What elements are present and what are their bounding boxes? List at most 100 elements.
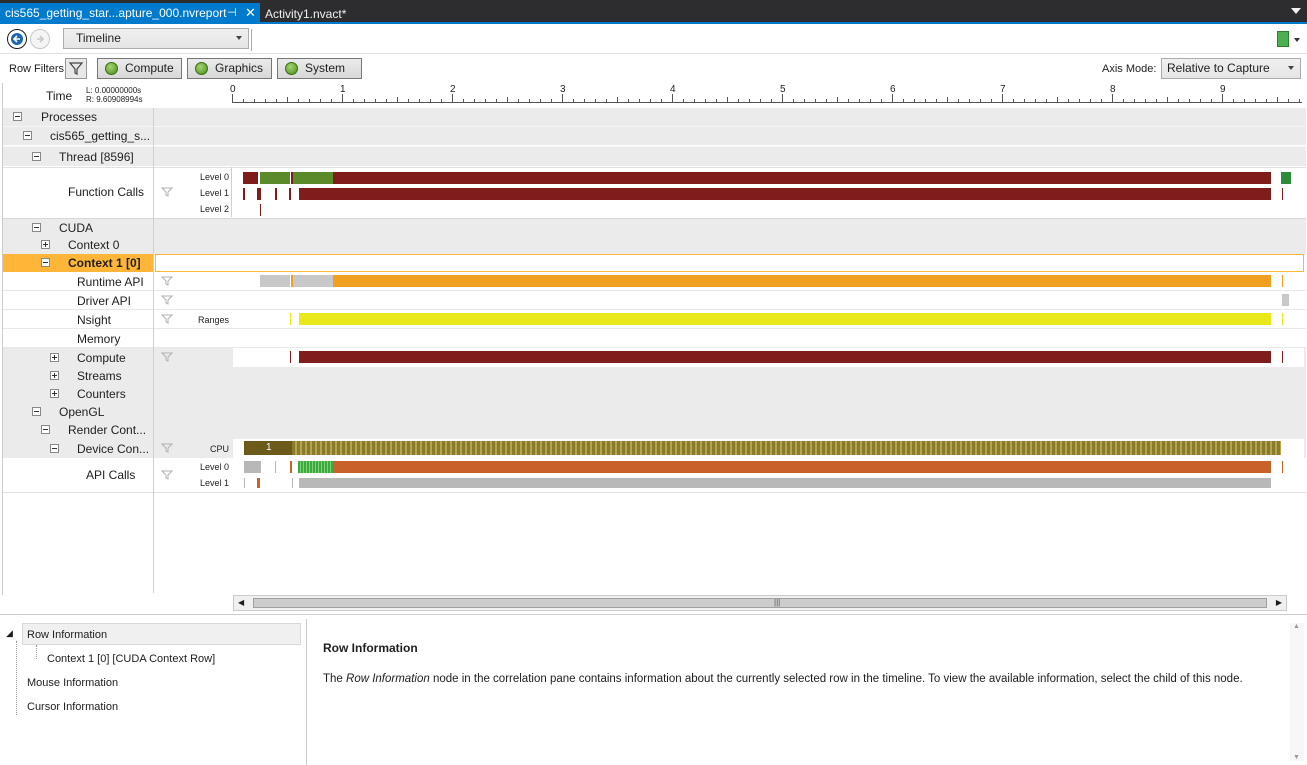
collapse-icon[interactable] xyxy=(41,425,50,434)
tree-item-context-row[interactable]: Context 1 [0] [CUDA Context Row] xyxy=(47,653,215,665)
label-column-divider[interactable] xyxy=(153,493,154,593)
collapse-icon[interactable] xyxy=(13,112,22,121)
tab-overflow-icon[interactable] xyxy=(1291,8,1301,14)
row-processes[interactable]: Processes xyxy=(3,108,1306,126)
function-call-bar[interactable] xyxy=(293,172,333,184)
range-bar[interactable] xyxy=(299,313,1271,325)
api-bar[interactable] xyxy=(333,275,1271,287)
cpu-frame-bar[interactable] xyxy=(292,441,1281,455)
scroll-left-icon[interactable]: ◀ xyxy=(238,598,244,607)
api-call-bar[interactable] xyxy=(244,461,261,473)
api-call-bar[interactable] xyxy=(333,461,1271,473)
api-call-bar[interactable] xyxy=(298,461,333,473)
function-call-bar[interactable] xyxy=(260,204,261,216)
chevron-down-icon[interactable] xyxy=(1294,38,1300,42)
api-call-bar[interactable] xyxy=(299,478,1271,488)
funnel-icon[interactable] xyxy=(161,352,173,362)
api-call-bar[interactable] xyxy=(244,478,245,488)
info-vertical-scrollbar[interactable]: ▲ ▼ xyxy=(1290,623,1304,761)
api-call-bar[interactable] xyxy=(1282,461,1283,473)
api-bar[interactable] xyxy=(260,275,290,287)
row-driver-api[interactable]: Driver API xyxy=(3,291,1306,310)
scroll-down-icon[interactable]: ▼ xyxy=(1293,754,1300,761)
collapse-icon[interactable] xyxy=(32,152,41,161)
expand-icon[interactable] xyxy=(50,389,59,398)
compute-filter-button[interactable]: Compute xyxy=(97,58,182,79)
scrollbar-thumb[interactable]: ||| xyxy=(253,598,1267,608)
forward-button[interactable] xyxy=(30,29,50,49)
api-bar[interactable] xyxy=(293,275,333,287)
collapse-icon[interactable] xyxy=(50,444,59,453)
row-process[interactable]: cis565_getting_s... xyxy=(3,126,1306,145)
function-call-bar[interactable] xyxy=(333,172,1271,184)
scroll-up-icon[interactable]: ▲ xyxy=(1293,623,1300,630)
row-counters[interactable]: Counters xyxy=(3,385,1306,403)
export-icon[interactable] xyxy=(1277,31,1289,47)
range-bar[interactable] xyxy=(290,313,291,325)
tab-activity[interactable]: Activity1.nvact* xyxy=(260,4,360,24)
row-streams[interactable]: Streams xyxy=(3,367,1306,385)
funnel-icon[interactable] xyxy=(161,470,173,480)
row-opengl[interactable]: OpenGL xyxy=(3,403,1306,421)
row-cuda[interactable]: CUDA xyxy=(3,218,1306,236)
row-device-context[interactable]: Device Con... CPU 1 xyxy=(3,439,1306,458)
axis-mode-select[interactable]: Relative to Capture xyxy=(1161,58,1301,79)
api-call-bar[interactable] xyxy=(290,461,292,473)
graphics-filter-button[interactable]: Graphics xyxy=(187,58,272,79)
kernel-bar[interactable] xyxy=(290,351,291,363)
row-memory[interactable]: Memory xyxy=(3,329,1306,348)
range-bar[interactable] xyxy=(1282,313,1283,325)
collapse-icon[interactable] xyxy=(32,223,41,232)
function-call-bar[interactable] xyxy=(1281,172,1291,184)
collapse-icon[interactable] xyxy=(41,258,50,267)
row-render-context[interactable]: Render Cont... xyxy=(3,421,1306,439)
row-compute[interactable]: Compute xyxy=(3,348,1306,367)
collapse-icon[interactable] xyxy=(32,407,41,416)
view-selector[interactable]: Timeline xyxy=(63,28,249,49)
expand-icon[interactable] xyxy=(50,353,59,362)
label-column-divider[interactable] xyxy=(153,108,154,493)
timeline-horizontal-scrollbar[interactable]: ◀ ||| ▶ xyxy=(233,595,1287,611)
row-thread[interactable]: Thread [8596] xyxy=(3,146,1306,166)
expand-icon[interactable] xyxy=(50,371,59,380)
funnel-icon[interactable] xyxy=(161,187,173,197)
function-call-bar[interactable] xyxy=(257,188,261,200)
api-bar[interactable] xyxy=(1282,275,1283,287)
tree-item-cursor-information[interactable]: Cursor Information xyxy=(27,701,118,713)
row-api-calls[interactable]: API Calls Level 0 Level 1 xyxy=(3,458,1306,493)
expand-icon[interactable] xyxy=(41,240,50,249)
funnel-icon[interactable] xyxy=(161,295,173,305)
api-call-bar[interactable] xyxy=(257,478,260,488)
scroll-right-icon[interactable]: ▶ xyxy=(1276,598,1282,607)
api-call-bar[interactable] xyxy=(292,478,293,488)
expanded-triangle-icon[interactable]: ◢ xyxy=(6,628,13,639)
funnel-icon[interactable] xyxy=(161,314,173,324)
function-call-bar[interactable] xyxy=(275,188,277,200)
cpu-frame-bar[interactable]: 1 xyxy=(244,441,292,455)
function-call-bar[interactable] xyxy=(1282,188,1283,200)
filter-button[interactable] xyxy=(65,58,87,79)
system-filter-button[interactable]: System xyxy=(277,58,362,79)
time-ruler[interactable]: 0123456789 xyxy=(230,83,1302,108)
collapse-icon[interactable] xyxy=(23,131,32,140)
close-icon[interactable]: ✕ xyxy=(245,3,256,23)
tree-item-mouse-information[interactable]: Mouse Information xyxy=(27,677,118,689)
kernel-bar[interactable] xyxy=(1282,351,1283,363)
tree-item-row-information[interactable]: Row Information xyxy=(27,629,107,641)
row-context-0[interactable]: Context 0 xyxy=(3,236,1306,254)
row-nsight[interactable]: Nsight Ranges xyxy=(3,310,1306,329)
funnel-icon[interactable] xyxy=(161,276,173,286)
kernel-bar[interactable] xyxy=(299,351,1271,363)
function-call-bar[interactable] xyxy=(260,172,290,184)
row-runtime-api[interactable]: Runtime API xyxy=(3,272,1306,291)
tab-nvreport[interactable]: cis565_getting_star...apture_000.nvrepor… xyxy=(0,3,260,23)
row-function-calls[interactable]: Function Calls Level 0 Level 1 Level 2 xyxy=(3,167,1306,217)
pin-icon[interactable]: ⊣ xyxy=(227,3,237,23)
function-call-bar[interactable] xyxy=(299,188,1271,200)
api-call-bar[interactable] xyxy=(275,461,276,473)
api-bar[interactable] xyxy=(1282,294,1289,306)
function-call-bar[interactable] xyxy=(289,188,291,200)
function-call-bar[interactable] xyxy=(243,172,258,184)
back-button[interactable] xyxy=(7,29,27,49)
row-context-1-selected[interactable]: Context 1 [0] xyxy=(3,254,1306,272)
